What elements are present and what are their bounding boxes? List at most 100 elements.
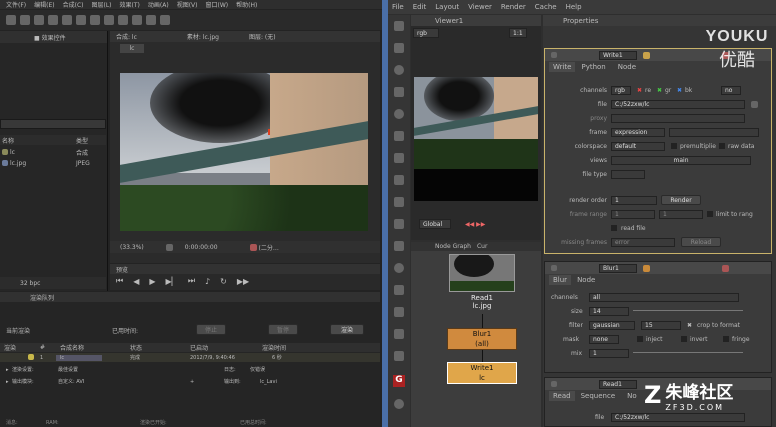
last-frame-icon[interactable]: ⏭ xyxy=(188,276,195,286)
ae-menu-effect[interactable]: 效果(T) xyxy=(120,0,140,9)
prev-frame-icon[interactable]: ◀ xyxy=(133,277,139,286)
mix-slider[interactable] xyxy=(633,352,743,353)
audio-icon[interactable]: ♪ xyxy=(205,277,210,286)
col-status[interactable]: 状态 xyxy=(130,343,142,352)
zoom-dropdown[interactable]: (33.3%) xyxy=(120,244,144,251)
nuke-menu-render[interactable]: Render xyxy=(501,3,526,11)
other-node-icon[interactable] xyxy=(394,329,404,339)
draw-node-icon[interactable] xyxy=(394,43,404,53)
node-write1[interactable]: Write1 lc xyxy=(447,362,517,384)
eraser-tool-icon[interactable] xyxy=(146,15,156,25)
write1-name-field[interactable]: Write1 xyxy=(599,50,637,60)
frame-expression-input[interactable] xyxy=(669,127,759,137)
render-button[interactable]: 渲染 xyxy=(330,324,364,335)
3d-node-icon[interactable] xyxy=(394,219,404,229)
tab-viewer1[interactable]: Viewer1 xyxy=(435,17,463,25)
ae-menu-help[interactable]: 帮助(H) xyxy=(236,0,257,9)
hand-tool-icon[interactable] xyxy=(6,15,16,25)
ae-col-name[interactable]: 名称 xyxy=(0,136,76,145)
tab-python[interactable]: Python xyxy=(575,62,611,72)
premultiplied-checkbox[interactable] xyxy=(671,143,677,149)
gizmo-g-icon[interactable]: G xyxy=(393,375,405,387)
inject-checkbox[interactable] xyxy=(637,336,643,342)
colorspace-dropdown[interactable]: default xyxy=(611,141,665,151)
ae-menu-view[interactable]: 视图(V) xyxy=(177,0,198,9)
read1-name-field[interactable]: Read1 xyxy=(599,379,637,389)
grid-icon[interactable] xyxy=(165,243,173,251)
col-render-time[interactable]: 渲染时间 xyxy=(262,343,286,352)
node-color-icon[interactable] xyxy=(643,264,650,272)
col-render[interactable]: 渲染 xyxy=(4,343,16,352)
nuke-menu-layout[interactable]: Layout xyxy=(435,3,459,11)
next-frame-icon[interactable]: ▶▏ xyxy=(166,277,178,286)
tab-composition[interactable]: 合成: lc xyxy=(116,32,137,41)
furnace-node-icon[interactable] xyxy=(394,351,404,361)
blur-channels-dropdown[interactable]: all xyxy=(589,292,739,302)
pan-tool-icon[interactable] xyxy=(76,15,86,25)
limit-checkbox[interactable] xyxy=(707,211,713,217)
blur1-name-field[interactable]: Blur1 xyxy=(599,263,637,273)
tab-node-graph[interactable]: Node Graph xyxy=(435,243,471,250)
first-frame-icon[interactable]: ⏮ xyxy=(116,276,123,286)
read-node-thumbnail[interactable] xyxy=(449,254,515,292)
table-row[interactable]: 1 lc 完成 2012/7/9, 9:40:46 6 秒 xyxy=(0,353,380,362)
tab-node[interactable]: Node xyxy=(612,62,642,72)
pen-tool-icon[interactable] xyxy=(90,15,100,25)
node-read1[interactable]: Read1 lc.jpg xyxy=(457,294,507,310)
views-dropdown[interactable]: main xyxy=(611,155,751,165)
size-input[interactable]: 14 xyxy=(589,306,629,316)
tab-blur[interactable]: Blur xyxy=(549,275,572,285)
keyer-node-icon[interactable] xyxy=(394,153,404,163)
channel-node-icon[interactable] xyxy=(394,87,404,97)
particles-node-icon[interactable] xyxy=(394,241,404,251)
time-node-icon[interactable] xyxy=(394,65,404,75)
image-node-icon[interactable] xyxy=(394,21,404,31)
brush-tool-icon[interactable] xyxy=(118,15,128,25)
filetype-dropdown[interactable] xyxy=(611,169,645,179)
zoom-tool-icon[interactable] xyxy=(34,15,44,25)
mix-input[interactable]: 1 xyxy=(589,348,629,358)
tab-write[interactable]: Write xyxy=(549,62,576,72)
invert-checkbox[interactable] xyxy=(681,336,687,342)
nuke-menu-cache[interactable]: Cache xyxy=(535,3,557,11)
tab-read[interactable]: Read xyxy=(549,391,575,401)
list-item[interactable]: lc 合成 xyxy=(0,147,106,157)
node-color-icon[interactable] xyxy=(643,51,650,59)
views-node-icon[interactable] xyxy=(394,263,404,273)
playback-controls-icon[interactable]: ◀◀ ▶▶ xyxy=(465,221,485,228)
tab-preview[interactable]: 预览 xyxy=(116,265,128,274)
blue-check[interactable]: ✖ xyxy=(677,87,682,94)
list-item[interactable]: lc.jpg JPEG xyxy=(0,158,106,168)
render-button[interactable]: Render xyxy=(661,195,701,205)
stamp-tool-icon[interactable] xyxy=(132,15,142,25)
select-tool-icon[interactable] xyxy=(20,15,30,25)
ae-menu-animation[interactable]: 动画(A) xyxy=(148,0,169,9)
collapse-icon[interactable] xyxy=(551,52,557,58)
nuke-menu-edit[interactable]: Edit xyxy=(413,3,427,11)
viewer-channel-dropdown[interactable]: rgb xyxy=(413,28,439,38)
view-mode-dropdown[interactable]: (二分… xyxy=(259,243,279,252)
output-to-dropdown[interactable]: lc_Lavi xyxy=(260,379,277,385)
viewer-zoom-field[interactable]: 1:1 xyxy=(509,28,527,38)
puppet-tool-icon[interactable] xyxy=(160,15,170,25)
ae-menu-comp[interactable]: 合成(C) xyxy=(63,0,84,9)
mask-dropdown[interactable]: none xyxy=(589,334,619,344)
plugin-node-icon[interactable] xyxy=(394,399,404,409)
render-checkbox-icon[interactable] xyxy=(28,354,34,360)
nuke-menu-viewer[interactable]: Viewer xyxy=(468,3,492,11)
comp-viewer-image[interactable] xyxy=(120,73,368,231)
color-icon[interactable] xyxy=(249,243,257,251)
red-check[interactable]: ✖ xyxy=(637,87,642,94)
node-blur1[interactable]: Blur1 (all) xyxy=(447,328,517,350)
missing-frames-dropdown[interactable]: error xyxy=(611,237,675,247)
timecode-display[interactable]: 0:00:00:00 xyxy=(185,244,218,251)
collapse-icon[interactable] xyxy=(551,265,557,271)
render-order-input[interactable]: 1 xyxy=(611,195,657,205)
tab-footage[interactable]: 素材: lc.jpg xyxy=(187,32,219,41)
metadata-node-icon[interactable] xyxy=(394,285,404,295)
raw-data-checkbox[interactable] xyxy=(719,143,725,149)
global-dropdown[interactable]: Global xyxy=(419,219,451,229)
proxy-input[interactable] xyxy=(611,113,745,123)
frame-range-start[interactable]: 1 xyxy=(611,209,655,219)
tab-curve-editor[interactable]: Cur xyxy=(477,243,487,250)
